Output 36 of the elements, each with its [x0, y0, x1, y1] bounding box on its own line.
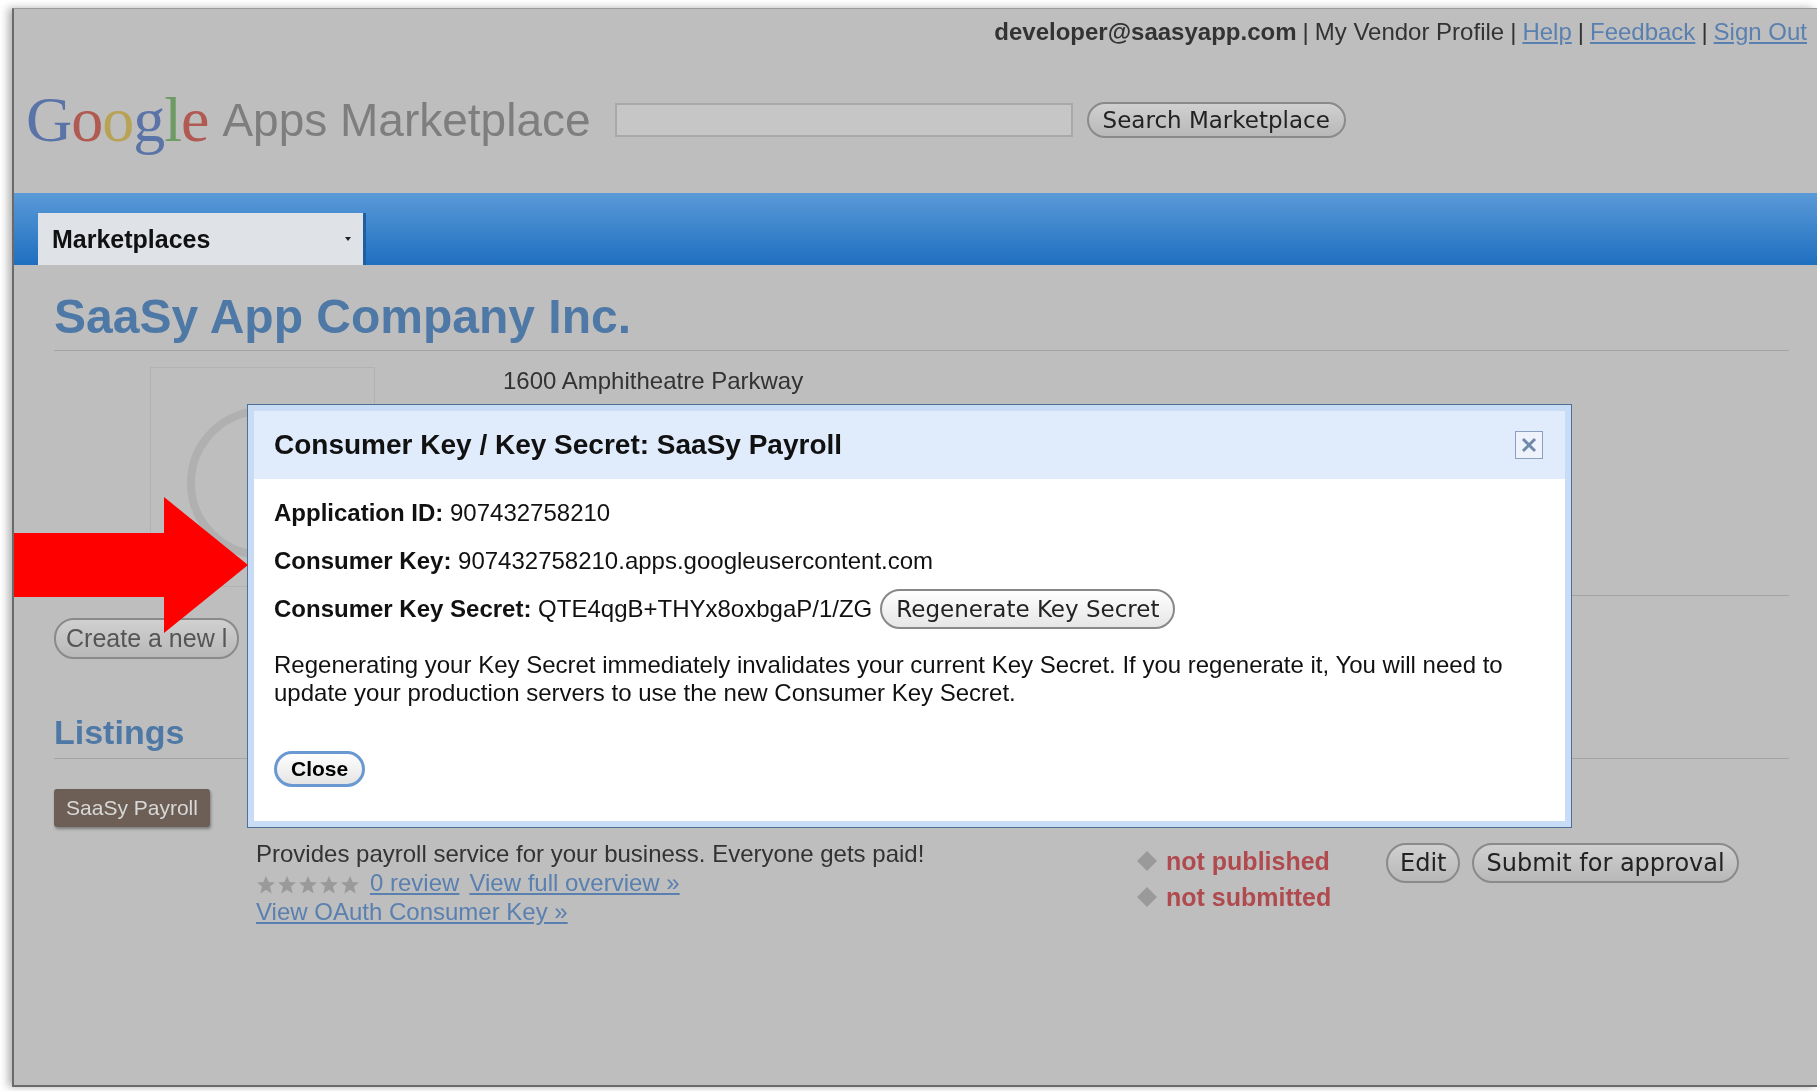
- google-logo: Google: [26, 83, 209, 157]
- status-label: not published: [1166, 846, 1330, 876]
- star-icon: [277, 874, 297, 895]
- company-address: 1600 Amphitheatre Parkway: [503, 367, 804, 395]
- app-badge: SaaSy Payroll: [54, 789, 210, 827]
- company-name: SaaSy App Company Inc.: [54, 289, 1789, 351]
- search-field[interactable]: [614, 103, 1073, 137]
- close-button[interactable]: Close: [274, 751, 366, 787]
- listing-description: Provides payroll service for your business. Everyone gets paid!: [256, 839, 926, 868]
- profile-link[interactable]: My Vendor Profile: [1314, 18, 1505, 46]
- account-email: developer@saasyapp.com: [994, 18, 1297, 46]
- field-text: Consumer Key: 907432758210.apps.googleusercontent.com: [274, 547, 934, 575]
- product-name: Apps Marketplace: [222, 93, 591, 147]
- diamond-icon: [1136, 886, 1158, 908]
- diamond-icon: [1136, 850, 1158, 872]
- marketplaces-tab[interactable]: Marketplaces: [38, 213, 366, 265]
- star-icon: [298, 874, 318, 895]
- dialog-title: Consumer Key / Key Secret: SaaSy Payroll: [274, 429, 843, 461]
- caret-icon: [343, 236, 353, 242]
- field-text: Consumer Key Secret: QTE4qgB+THYx8oxbgaP/1/ZG: [274, 595, 873, 623]
- listing-action-button[interactable]: Submit for approval: [1472, 843, 1739, 883]
- separator: |: [1302, 18, 1309, 46]
- listing-action-button[interactable]: Edit: [1386, 843, 1461, 883]
- create-listing-button[interactable]: Create a new l: [54, 618, 240, 659]
- star-icon: [256, 874, 276, 895]
- field-text: Application ID: 907432758210: [274, 499, 611, 527]
- search-button[interactable]: Search Marketplace: [1086, 102, 1346, 138]
- regenerate-button[interactable]: Regenerate Key Secret: [880, 589, 1176, 629]
- warning-text: Regenerating your Key Secret immediately invalidates your current Key Secret. If you regenerate it, You will need to update your production servers to use the new Consumer Key Secret.: [274, 651, 1504, 707]
- close-icon[interactable]: [1515, 431, 1543, 459]
- star-icon: [319, 874, 339, 895]
- separator: |: [1510, 18, 1517, 46]
- separator: |: [1577, 18, 1584, 46]
- status-label: not submitted: [1166, 882, 1332, 912]
- separator: |: [1701, 18, 1708, 46]
- star-icon: [340, 874, 360, 895]
